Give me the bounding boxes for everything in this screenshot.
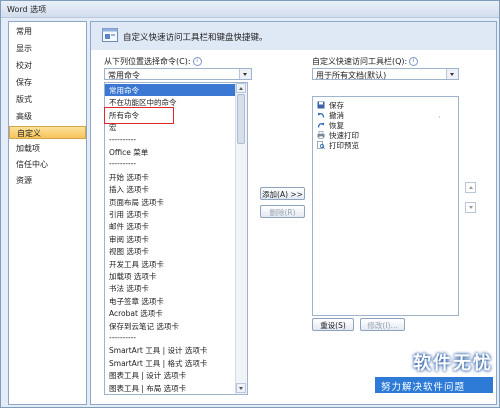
- qat-item-print-preview[interactable]: 打印预览: [315, 140, 435, 150]
- nav-item-advanced[interactable]: 高级: [9, 110, 86, 123]
- print-preview-icon: [317, 141, 325, 149]
- remove-button[interactable]: 删除(R): [260, 205, 305, 218]
- category-nav: 常用 显示 校对 保存 版式 高级 自定义 加载项 信任中心 资源: [8, 21, 87, 405]
- command-list-item[interactable]: Office 菜单: [105, 146, 237, 158]
- nav-item-save[interactable]: 保存: [9, 76, 86, 89]
- window-title: Word 选项: [7, 5, 47, 14]
- command-list-item[interactable]: 开始 选项卡: [105, 171, 237, 183]
- info-icon: i: [409, 57, 419, 66]
- move-down-icon[interactable]: [465, 202, 476, 213]
- qat-item-save[interactable]: 保存: [315, 100, 435, 110]
- choose-commands-label: 从下列位置选择命令(C): i: [104, 56, 202, 67]
- modify-button[interactable]: 修改(I)...: [360, 318, 405, 331]
- qat-item-quick-print[interactable]: 快速打印: [315, 130, 435, 140]
- command-list-item[interactable]: ----------: [105, 158, 237, 170]
- command-list-item[interactable]: ----------: [105, 332, 237, 344]
- commands-list[interactable]: 常用命令 不在功能区中的命令 所有命令宏 ---------- Office 菜单 ---…: [104, 82, 248, 395]
- qat-commands-list[interactable]: 保存 撤消 恢复 快速打印 打印预览: [312, 96, 459, 316]
- nav-item-proofing[interactable]: 校对: [9, 59, 86, 72]
- document-scope-combo[interactable]: 用于所有文档(默认): [312, 68, 459, 80]
- customize-toolbar-icon: [102, 28, 118, 42]
- redo-icon: [317, 122, 324, 128]
- command-list-item[interactable]: 保存到云笔记 选项卡: [105, 320, 237, 332]
- add-button[interactable]: 添加(A) >>: [260, 187, 305, 200]
- command-list-item[interactable]: 常用命令: [105, 84, 237, 96]
- command-list-item[interactable]: 图表工具 | 设计 选项卡: [105, 369, 237, 381]
- chevron-down-icon[interactable]: [446, 69, 458, 79]
- command-list-item[interactable]: ----------: [105, 134, 237, 146]
- customize-qat-label: 自定义快速访问工具栏(Q): i: [312, 56, 419, 67]
- title-bar: Word 选项: [1, 1, 499, 18]
- choose-commands-combo[interactable]: 常用命令: [104, 68, 252, 80]
- nav-item-addins[interactable]: 加载项: [9, 142, 86, 155]
- site-watermark: 软件无忧 努力解决软件问题: [363, 349, 493, 401]
- command-list-item[interactable]: SmartArt 工具 | 设计 选项卡: [105, 344, 237, 356]
- command-list-item[interactable]: 审阅 选项卡: [105, 233, 237, 245]
- qat-item-undo[interactable]: 撤消: [315, 110, 435, 120]
- nav-item-resources[interactable]: 资源: [9, 174, 86, 187]
- word-options-dialog: Word 选项 常用 显示 校对 保存 版式 高级 自定义 加载项 信任中心 资…: [0, 0, 500, 408]
- scroll-down-icon[interactable]: [236, 383, 246, 393]
- annotation-highlight-box: [104, 107, 174, 124]
- info-icon: i: [192, 57, 202, 66]
- chevron-down-icon[interactable]: [239, 69, 251, 79]
- reset-button[interactable]: 重设(S): [312, 318, 354, 331]
- command-list-item[interactable]: 邮件 选项卡: [105, 220, 237, 232]
- panel-header: 自定义快速访问工具栏和键盘快捷键。: [91, 22, 496, 50]
- watermark-title: 软件无忧: [413, 353, 493, 374]
- save-icon: [317, 101, 325, 109]
- move-up-icon[interactable]: [465, 182, 476, 193]
- command-list-item[interactable]: 开发工具 选项卡: [105, 258, 237, 270]
- undo-icon: [318, 112, 325, 118]
- watermark-subtitle-band: 努力解决软件问题: [375, 377, 493, 393]
- command-list-item[interactable]: 页面布局 选项卡: [105, 196, 237, 208]
- command-list-item[interactable]: 电子签章 选项卡: [105, 295, 237, 307]
- quick-print-icon: [317, 131, 325, 139]
- command-list-item[interactable]: SmartArt 工具 | 格式 选项卡: [105, 357, 237, 369]
- commands-list-scrollbar[interactable]: [235, 83, 247, 394]
- nav-item-trust-center[interactable]: 信任中心: [9, 158, 86, 171]
- command-list-item[interactable]: 图表工具 | 布局 选项卡: [105, 382, 237, 394]
- scroll-up-icon[interactable]: [236, 83, 246, 93]
- nav-item-customize[interactable]: 自定义: [9, 126, 86, 139]
- command-list-item[interactable]: Acrobat 选项卡: [105, 307, 237, 319]
- customize-panel: 自定义快速访问工具栏和键盘快捷键。 从下列位置选择命令(C): i 常用命令 常用…: [90, 21, 497, 405]
- command-list-item[interactable]: 视图 选项卡: [105, 245, 237, 257]
- command-list-item[interactable]: 插入 选项卡: [105, 183, 237, 195]
- separator-arrow-icon: [439, 116, 440, 118]
- command-list-item[interactable]: 加载项 选项卡: [105, 270, 237, 282]
- scroll-thumb[interactable]: [237, 94, 245, 144]
- qat-item-redo[interactable]: 恢复: [315, 120, 435, 130]
- nav-item-layout[interactable]: 版式: [9, 93, 86, 106]
- nav-item-display[interactable]: 显示: [9, 42, 86, 55]
- panel-header-text: 自定义快速访问工具栏和键盘快捷键。: [123, 33, 268, 43]
- nav-item-common[interactable]: 常用: [9, 25, 86, 38]
- command-list-item[interactable]: 引用 选项卡: [105, 208, 237, 220]
- command-list-item[interactable]: 书法 选项卡: [105, 282, 237, 294]
